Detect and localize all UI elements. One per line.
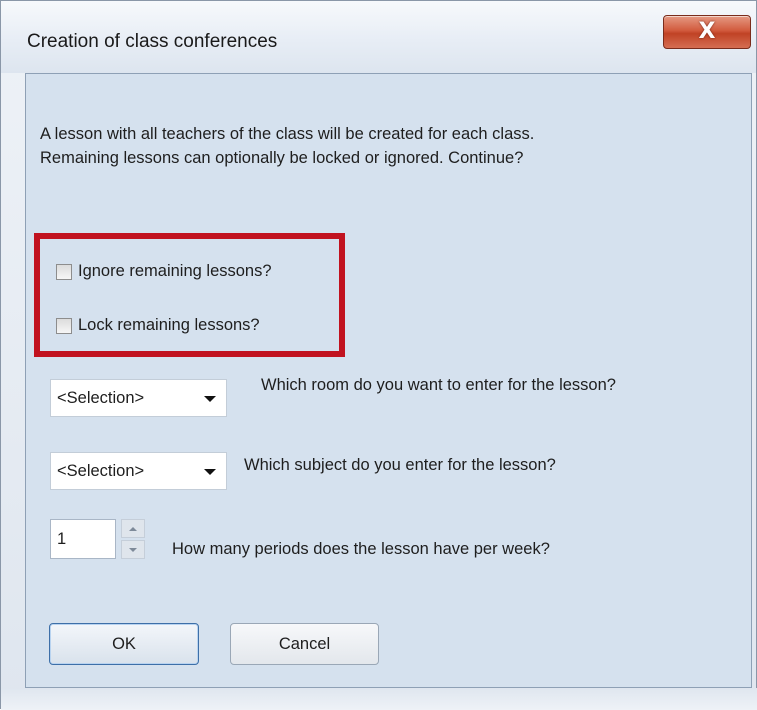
periods-input[interactable]: 1 — [50, 519, 116, 559]
title-bar: Creation of class conferences X — [1, 1, 756, 73]
checkbox-box[interactable] — [56, 317, 72, 334]
room-select-value: <Selection> — [57, 388, 145, 407]
highlight-box — [34, 233, 345, 357]
ok-button[interactable]: OK — [49, 623, 199, 665]
intro-text: A lesson with all teachers of the class … — [40, 122, 740, 170]
intro-line-1: A lesson with all teachers of the class … — [40, 125, 535, 143]
ignore-remaining-checkbox[interactable]: Ignore remaining lessons? — [56, 262, 272, 281]
room-question: Which room do you want to enter for the … — [261, 376, 616, 394]
subject-select-value: <Selection> — [57, 461, 145, 480]
lock-remaining-checkbox[interactable]: Lock remaining lessons? — [56, 316, 260, 335]
room-select[interactable]: <Selection> — [50, 379, 227, 417]
close-button[interactable]: X — [663, 15, 751, 49]
periods-question: How many periods does the lesson have pe… — [172, 540, 550, 558]
periods-stepper — [121, 519, 145, 559]
arrow-down-icon — [129, 547, 137, 552]
intro-line-2: Remaining lessons can optionally be lock… — [40, 149, 524, 167]
stepper-up-button[interactable] — [121, 519, 145, 538]
chevron-down-icon — [204, 469, 216, 475]
stepper-down-button[interactable] — [121, 540, 145, 559]
dialog-window: Creation of class conferences X A lesson… — [0, 0, 757, 710]
dialog-content: A lesson with all teachers of the class … — [25, 73, 752, 688]
window-title: Creation of class conferences — [27, 31, 278, 52]
cancel-button[interactable]: Cancel — [230, 623, 379, 665]
window-bottom-border — [1, 688, 757, 710]
chevron-down-icon — [204, 396, 216, 402]
arrow-up-icon — [129, 526, 137, 531]
subject-select[interactable]: <Selection> — [50, 452, 227, 490]
lock-remaining-label: Lock remaining lessons? — [78, 316, 260, 334]
subject-question: Which subject do you enter for the lesso… — [244, 456, 556, 474]
close-icon: X — [698, 19, 716, 44]
checkbox-box[interactable] — [56, 263, 72, 280]
ignore-remaining-label: Ignore remaining lessons? — [78, 262, 272, 280]
